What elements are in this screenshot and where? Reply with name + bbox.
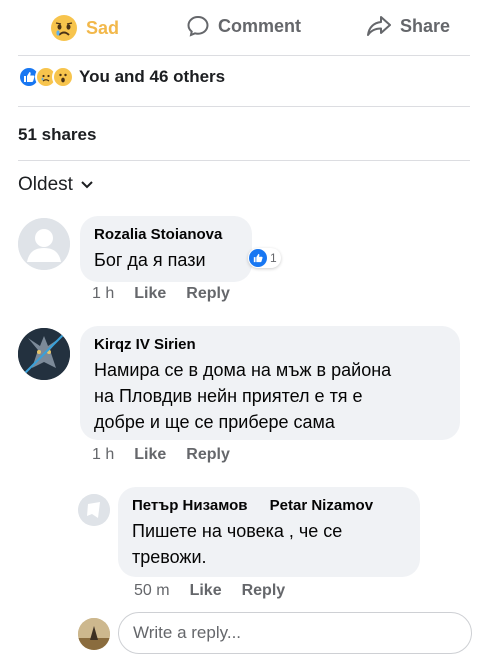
reply-like-button[interactable]: Like — [190, 582, 222, 600]
avatar[interactable] — [18, 328, 70, 380]
comment-text: Бог да я пази — [94, 250, 206, 270]
sad-label: Sad — [86, 17, 120, 38]
comment-author[interactable]: Rozalia Stoianova — [94, 226, 238, 243]
comment-bubble: Rozalia Stoianova Бог да я пази — [80, 216, 252, 282]
reactions-summary-text: You and 46 others — [79, 67, 226, 86]
comment-timestamp[interactable]: 1 h — [92, 285, 114, 303]
avatar[interactable] — [18, 218, 70, 270]
sad-face-icon — [50, 14, 78, 42]
comment-like-button[interactable]: Like — [134, 285, 166, 303]
reply-reply-button[interactable]: Reply — [242, 582, 286, 600]
sort-label: Oldest — [18, 174, 73, 195]
comment-reply-button[interactable]: Reply — [186, 285, 230, 303]
comment-button[interactable]: Comment — [186, 14, 301, 38]
reply-input-placeholder: Write a reply... — [133, 623, 242, 642]
comment-text-line: Намира се в дома на мъж в района — [94, 360, 392, 380]
divider — [18, 55, 470, 56]
comment-sort-dropdown[interactable]: Oldest — [18, 174, 93, 196]
chevron-down-icon — [81, 181, 93, 189]
reply-author-name: Петър Низамов — [132, 497, 248, 514]
page-avatar-icon — [78, 494, 110, 526]
comment-text-line: на Пловдив нейн приятел е тя е — [94, 386, 363, 406]
share-arrow-icon — [366, 14, 392, 38]
share-button[interactable]: Share — [366, 14, 450, 38]
reply-text-line: Пишете на човека , че се — [132, 521, 343, 541]
reaction-icons — [18, 66, 74, 88]
comment-meta: 1 h Like Reply — [92, 446, 250, 464]
default-avatar-icon — [18, 218, 70, 270]
wow-icon — [52, 66, 74, 88]
comment-like-badge[interactable]: 1 — [248, 248, 281, 268]
reply-meta: 50 m Like Reply — [134, 582, 305, 600]
shares-count[interactable]: 51 shares — [18, 125, 96, 145]
reply-timestamp[interactable]: 50 m — [134, 582, 170, 600]
post-action-bar: Sad Comment Share — [0, 0, 488, 56]
like-count: 1 — [270, 251, 277, 265]
sad-reaction-button[interactable]: Sad — [50, 14, 119, 42]
comment-icon — [186, 14, 210, 38]
reply-author[interactable]: Петър Низамов Petar Nizamov — [132, 497, 406, 514]
divider — [18, 106, 470, 107]
avatar[interactable] — [78, 494, 110, 526]
comment-reply-button[interactable]: Reply — [186, 446, 230, 464]
user-avatar — [78, 618, 110, 650]
profile-photo — [18, 328, 70, 380]
comment-bubble: Kirqz IV Sirien Намира се в дома на мъж … — [80, 326, 460, 440]
divider — [18, 160, 470, 161]
reply-text-line: тревожи. — [132, 547, 207, 567]
reply-author-alt-name: Petar Nizamov — [269, 497, 374, 514]
comment-text: Намира се в дома на мъж в района на Плов… — [94, 357, 446, 435]
comment-author[interactable]: Kirqz IV Sirien — [94, 336, 446, 353]
like-icon — [249, 249, 267, 267]
avatar[interactable] — [78, 618, 110, 650]
comment-label: Comment — [218, 15, 302, 36]
comment-meta: 1 h Like Reply — [92, 285, 250, 303]
comment-text-line: добре и ще се прибере сама — [94, 412, 335, 432]
reply-bubble: Петър Низамов Petar Nizamov Пишете на чо… — [118, 487, 420, 577]
comment-timestamp[interactable]: 1 h — [92, 446, 114, 464]
reply-input[interactable]: Write a reply... — [118, 612, 472, 654]
share-label: Share — [400, 15, 451, 36]
reactions-summary[interactable]: You and 46 others — [18, 66, 225, 88]
reply-text: Пишете на човека , че се тревожи. — [132, 518, 406, 570]
comment-like-button[interactable]: Like — [134, 446, 166, 464]
